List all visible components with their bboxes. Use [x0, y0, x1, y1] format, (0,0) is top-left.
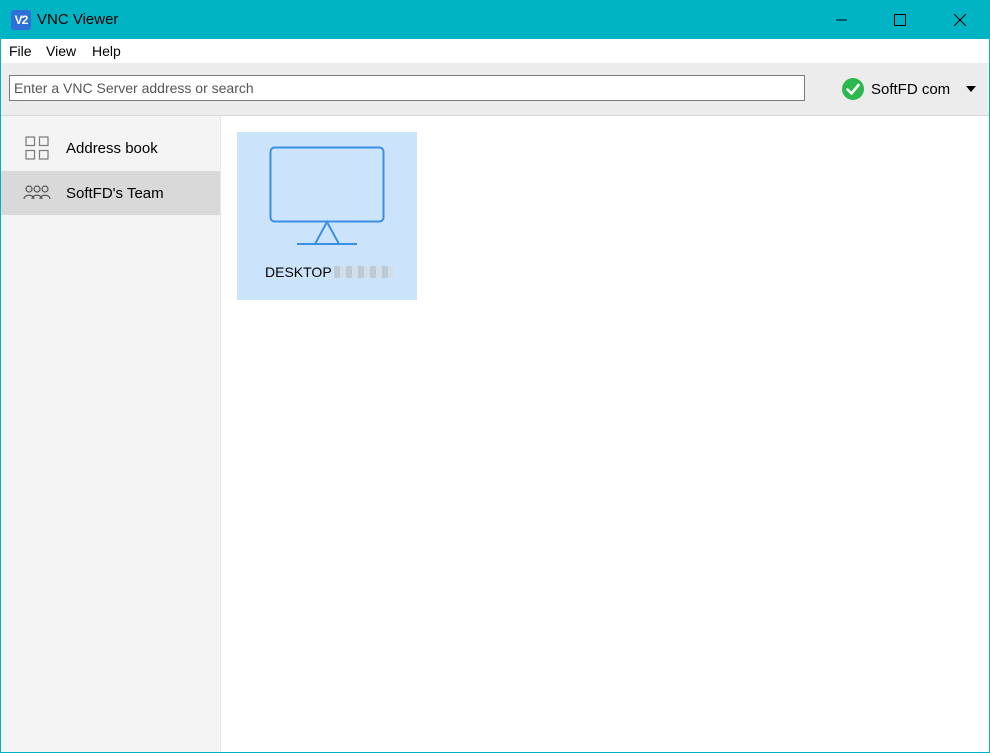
sidebar-item-label: Address book — [66, 139, 158, 157]
close-button[interactable] — [931, 1, 989, 39]
computer-list-area: DESKTOP — [221, 116, 989, 752]
sidebar-item-address-book[interactable]: Address book — [1, 126, 220, 170]
maximize-icon — [894, 14, 906, 26]
team-icon — [23, 185, 51, 200]
sidebar-item-label: SoftFD's Team — [66, 184, 164, 202]
window-title: VNC Viewer — [37, 11, 119, 28]
computer-name-text: DESKTOP — [265, 264, 332, 280]
menu-view[interactable]: View — [46, 43, 76, 59]
account-menu-button[interactable]: SoftFD com — [841, 75, 977, 103]
maximize-button[interactable] — [871, 1, 929, 39]
vnc-viewer-window: V2 VNC Viewer File View Help Enter a VNC… — [0, 0, 990, 753]
minimize-icon — [836, 19, 847, 21]
title-bar[interactable]: V2 VNC Viewer — [1, 1, 989, 39]
redacted-name-part — [333, 266, 394, 278]
account-name: SoftFD com — [871, 80, 951, 98]
vnc-app-icon: V2 — [11, 10, 31, 30]
menu-help[interactable]: Help — [92, 43, 121, 59]
menu-bar: File View Help — [1, 39, 989, 63]
monitor-icon — [269, 146, 385, 245]
grid-icon — [25, 136, 49, 160]
check-circle-icon — [842, 78, 864, 100]
server-address-search-input[interactable] — [9, 75, 805, 101]
computer-name: DESKTOP — [265, 264, 394, 280]
sidebar-item-team[interactable]: SoftFD's Team — [1, 171, 220, 215]
minimize-button[interactable] — [813, 1, 871, 39]
sidebar: Address book SoftFD's Team — [1, 116, 221, 752]
close-icon — [954, 14, 966, 26]
computer-tile-desktop[interactable]: DESKTOP — [237, 132, 417, 300]
caret-down-icon — [966, 86, 977, 92]
menu-file[interactable]: File — [9, 43, 32, 59]
toolbar: SoftFD com — [1, 63, 989, 116]
